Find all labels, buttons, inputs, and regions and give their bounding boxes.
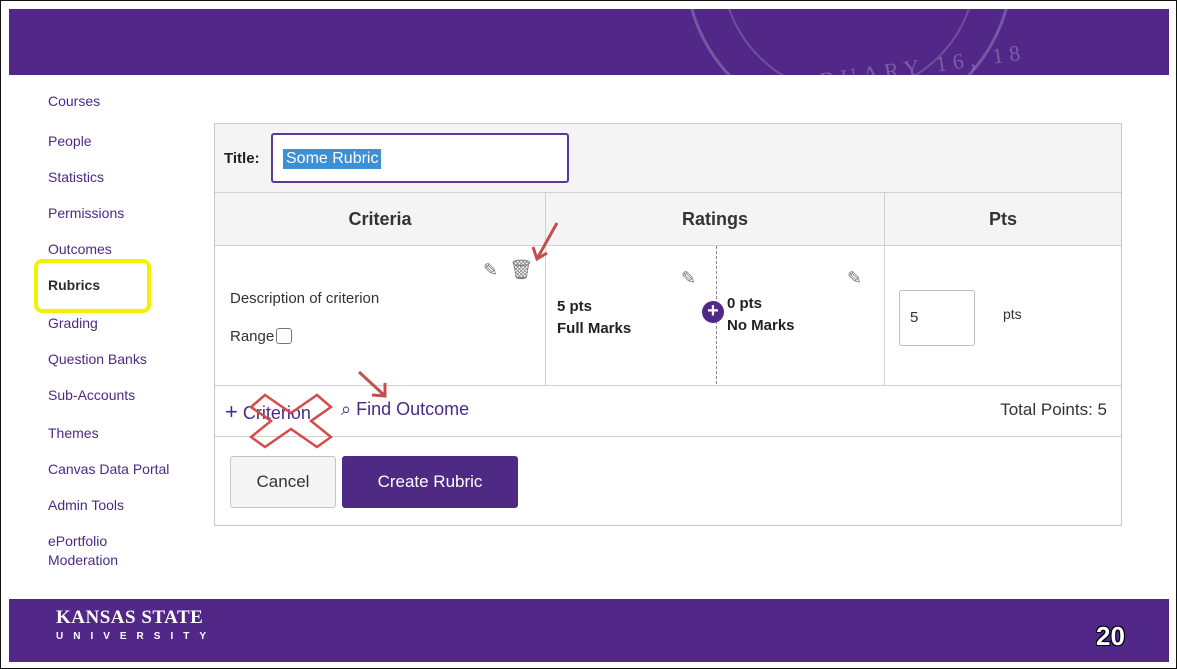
title-label: Title: [224,150,260,167]
nav-sub-accounts[interactable]: Sub-Accounts [48,387,135,403]
rating-label: Full Marks [557,320,632,337]
create-rubric-button[interactable]: Create Rubric [342,456,518,508]
nav-permissions[interactable]: Permissions [48,205,124,221]
nav-people[interactable]: People [48,133,92,149]
header-band: BRUARY 16, 18 [9,9,1169,75]
rubrics-highlight-box [34,259,151,313]
ratings-header: Ratings [681,209,748,229]
nav-moderation[interactable]: Moderation [48,552,118,568]
slide-frame: BRUARY 16, 18 Courses People Statistics … [0,0,1177,669]
plus-icon: + [225,399,238,424]
add-criterion-label: Criterion [242,403,311,423]
nav-admin-tools[interactable]: Admin Tools [48,497,124,513]
points-unit: pts [1003,306,1022,322]
nav-statistics[interactable]: Statistics [48,169,104,185]
criterion-points-input[interactable]: 5 [899,290,975,346]
rating-full-marks[interactable]: 5 pts Full Marks [557,296,631,340]
nav-eportfolio[interactable]: ePortfolio [48,533,107,549]
edit-rating-pencil-icon[interactable]: ✎ [847,268,862,289]
ksu-logo-subtext: UNIVERSITY [56,631,217,642]
nav-grading[interactable]: Grading [48,315,98,331]
nav-canvas-data-portal[interactable]: Canvas Data Portal [48,461,169,477]
criterion-row: ✎ 🗑 Description of criterion Range ✎ 5 p… [215,246,1121,386]
range-option: Range [230,328,293,345]
nav-question-banks[interactable]: Question Banks [48,351,147,367]
nav-outcomes[interactable]: Outcomes [48,241,112,257]
total-points: Total Points: 5 [1000,400,1107,419]
nav-themes[interactable]: Themes [48,425,99,441]
criteria-header: Criteria [348,209,412,229]
ksu-logo-wordmark: KANSAS STATE [56,607,204,628]
points-value: 5 [910,309,919,326]
rating-points: 5 pts [557,298,593,315]
search-icon: ⌕ [341,399,352,419]
title-input[interactable]: Some Rubric [271,133,569,183]
nav-courses[interactable]: Courses [48,93,100,109]
add-criterion-link[interactable]: + Criterion [225,399,311,425]
rubric-editor: Title: Some Rubric Criteria Ratings Pts … [214,123,1122,526]
slide-number: 20 [1096,621,1125,651]
criterion-description: Description of criterion [230,290,380,307]
add-rating-plus-circle-icon[interactable]: + [702,301,724,323]
edit-criterion-pencil-icon[interactable]: ✎ [483,260,498,281]
find-outcome-link[interactable]: ⌕ Find Outcome [341,399,469,420]
cancel-button[interactable]: Cancel [230,456,336,508]
rating-points: 0 pts [727,295,763,312]
rubric-actions-row: + Criterion ⌕ Find Outcome Total Points:… [215,386,1121,437]
title-row: Title: Some Rubric [215,124,1121,193]
delete-criterion-trash-icon[interactable]: 🗑 [509,258,533,282]
rubric-header-row: Criteria Ratings Pts [215,193,1121,246]
rating-no-marks[interactable]: 0 pts No Marks [727,293,795,337]
range-checkbox[interactable] [276,328,293,344]
find-outcome-label: Find Outcome [356,399,470,419]
range-label: Range [230,328,275,345]
title-input-value: Some Rubric [283,149,382,169]
rating-label: No Marks [727,317,795,334]
pts-header: Pts [988,209,1017,229]
edit-rating-pencil-icon[interactable]: ✎ [681,268,696,289]
